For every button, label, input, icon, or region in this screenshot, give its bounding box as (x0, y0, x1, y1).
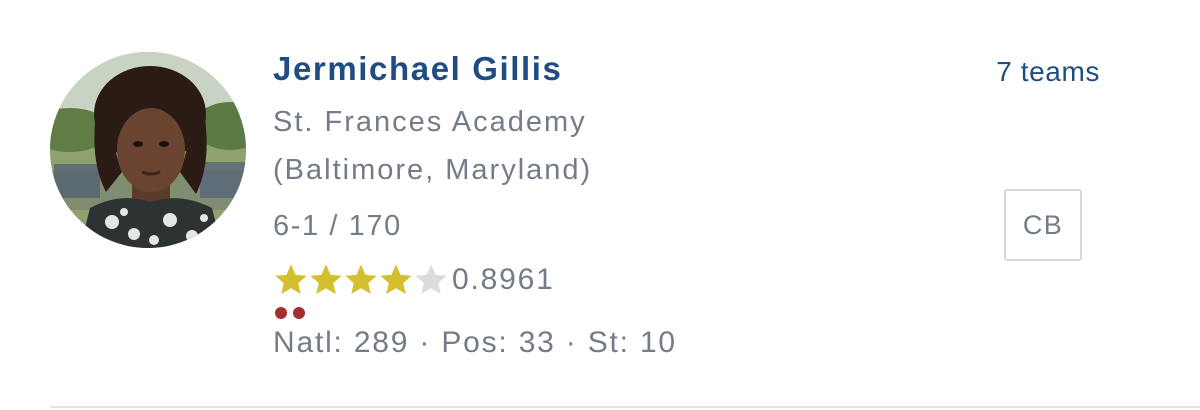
star-filled-icon (380, 264, 412, 295)
rating-score: 0.8961 (452, 263, 555, 296)
row-divider (50, 406, 1200, 408)
star-filled-icon (310, 264, 342, 295)
star-empty-icon (415, 264, 447, 295)
star-rating (273, 263, 448, 297)
indicator-dots (275, 307, 305, 319)
player-rankings: Natl: 289 · Pos: 33 · St: 10 (273, 326, 677, 359)
player-height-weight: 6-1 / 170 (273, 210, 402, 242)
star-filled-icon (345, 264, 377, 295)
player-avatar[interactable] (50, 52, 246, 248)
player-name[interactable]: Jermichael Gillis (273, 50, 563, 88)
player-school: St. Frances Academy (273, 106, 587, 138)
teams-link[interactable]: 7 teams (996, 56, 1100, 88)
indicator-dot (275, 307, 287, 319)
indicator-dot (293, 307, 305, 319)
player-photo-icon (50, 52, 246, 248)
player-card: Jermichael Gillis St. Frances Academy (B… (0, 0, 1200, 410)
star-filled-icon (275, 264, 307, 295)
position-badge: CB (1004, 189, 1082, 261)
player-location: (Baltimore, Maryland) (273, 154, 593, 186)
rating-row: 0.8961 (273, 262, 555, 298)
